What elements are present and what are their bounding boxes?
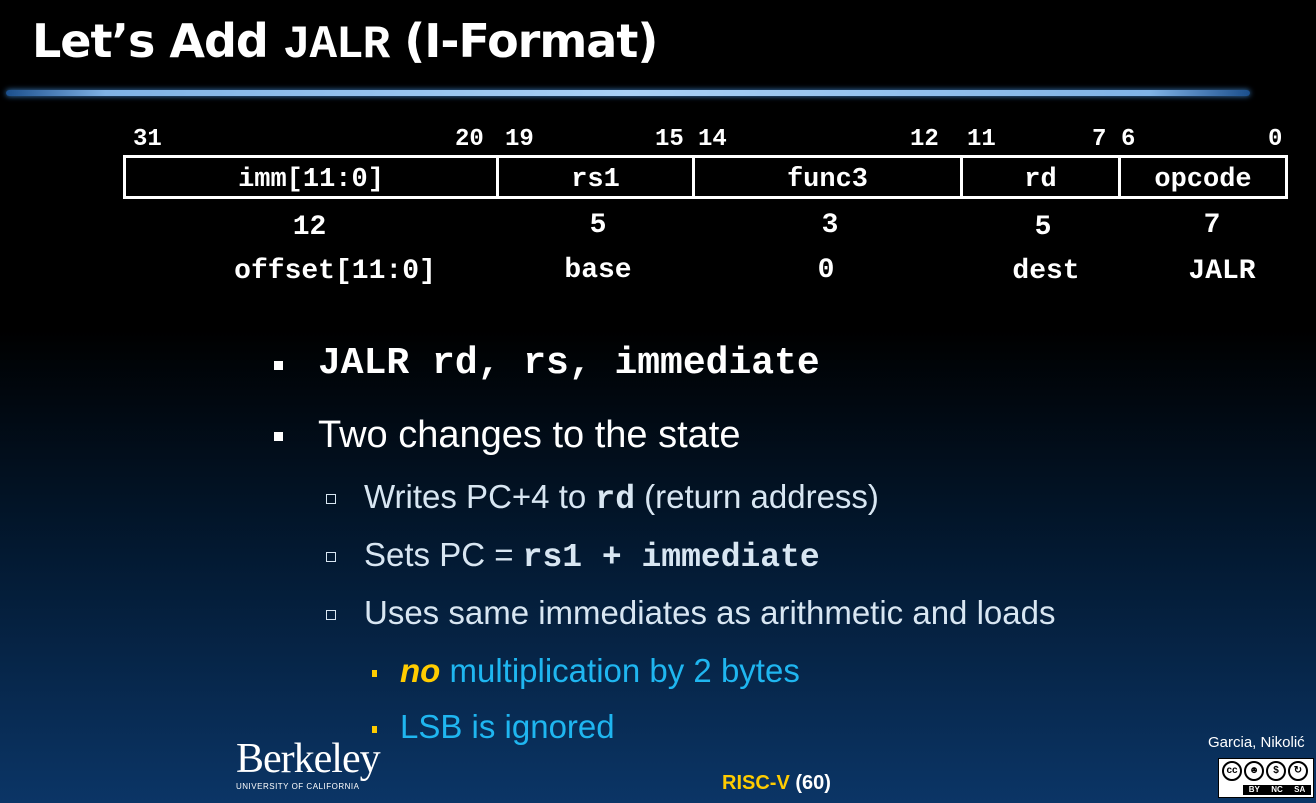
meaning-opcode: JALR [1188,256,1256,287]
bit-label-11: 11 [967,126,996,153]
meaning-rd: dest [1012,256,1080,287]
title-mono: JALR [282,19,390,71]
by-icon: ☻ [1244,761,1264,781]
title-prefix: Let’s Add [32,14,283,68]
bit-label-19: 19 [505,126,534,153]
field-imm: imm[11:0] [126,158,499,196]
bit-label-20: 20 [455,126,484,153]
sets-pc-code: rs1 + immediate [522,539,820,576]
authors-text: Garcia, Nikolić [1208,734,1305,751]
cc-label-by: BY [1248,785,1260,794]
sub-bullet-square [326,610,336,620]
bit-label-6: 6 [1121,126,1136,153]
writes-pc-post: (return address) [635,478,879,515]
meaning-imm: offset[11:0] [234,256,436,287]
width-imm: 12 [292,212,327,243]
field-rd: rd [963,158,1121,196]
writes-pc-text: Writes PC+4 to [364,478,596,515]
no-emphasis: no [400,652,441,689]
sub-bullet-same-immediates: Uses same immediates as arithmetic and l… [364,594,1056,631]
sub-sub-bullet [372,670,377,677]
bit-label-14: 14 [698,126,727,153]
meaning-rs1: base [564,255,632,286]
bullet-two-changes: Two changes to the state [318,414,741,456]
logo-subtitle: UNIVERSITY OF CALIFORNIA [236,782,360,791]
title-divider [6,90,1250,96]
cc-labels: BY NC SA [1243,785,1311,795]
sub-bullet-square [326,552,336,562]
sub-sub-bullet-lsb: LSB is ignored [400,708,615,745]
nc-icon: $ [1266,761,1286,781]
sub-bullet-square [326,494,336,504]
bullet-square [274,432,283,441]
width-func3: 3 [821,210,839,241]
cc-icon: cc [1222,761,1242,781]
slide-title: Let’s Add JALR (I-Format) [32,14,658,71]
sa-icon: ↻ [1288,761,1308,781]
bit-label-31: 31 [133,126,162,153]
cc-label-sa: SA [1294,785,1306,794]
bullet-jalr-syntax: JALR rd, rs, immediate [318,342,820,385]
meaning-func3: 0 [817,255,835,286]
title-suffix: (I-Format) [389,14,658,68]
width-rs1: 5 [589,210,607,241]
creative-commons-badge: cc ☻ $ ↻ BY NC SA [1218,758,1314,798]
bit-label-12: 12 [910,126,939,153]
field-func3: func3 [695,158,963,196]
sub-sub-bullet [372,726,377,733]
bit-label-0: 0 [1268,126,1283,153]
slide-footer-label: RISC-V (60) [722,772,831,795]
footer-page: (60) [789,772,831,794]
bullet-square [274,361,283,370]
field-rs1: rs1 [499,158,695,196]
berkeley-logo: Berkeley UNIVERSITY OF CALIFORNIA [236,736,381,791]
bit-label-7: 7 [1092,126,1107,153]
logo-wordmark: Berkeley [236,736,381,782]
field-opcode: opcode [1154,165,1252,195]
instruction-format-box: imm[11:0] rs1 func3 rd opcode [123,155,1288,199]
cc-label-nc: NC [1271,785,1283,794]
sub-sub-bullet-no-multiplication: no multiplication by 2 bytes [400,652,800,690]
sets-pc-text: Sets PC = [364,536,523,573]
no-multiplication-text: multiplication by 2 bytes [440,652,800,689]
footer-topic: RISC-V [722,772,790,794]
width-opcode: 7 [1203,210,1221,241]
sub-bullet-sets-pc: Sets PC = rs1 + immediate [364,536,820,576]
writes-pc-code: rd [595,481,635,518]
sub-bullet-writes-pc: Writes PC+4 to rd (return address) [364,478,879,518]
bit-label-15: 15 [655,126,684,153]
width-rd: 5 [1034,212,1052,243]
